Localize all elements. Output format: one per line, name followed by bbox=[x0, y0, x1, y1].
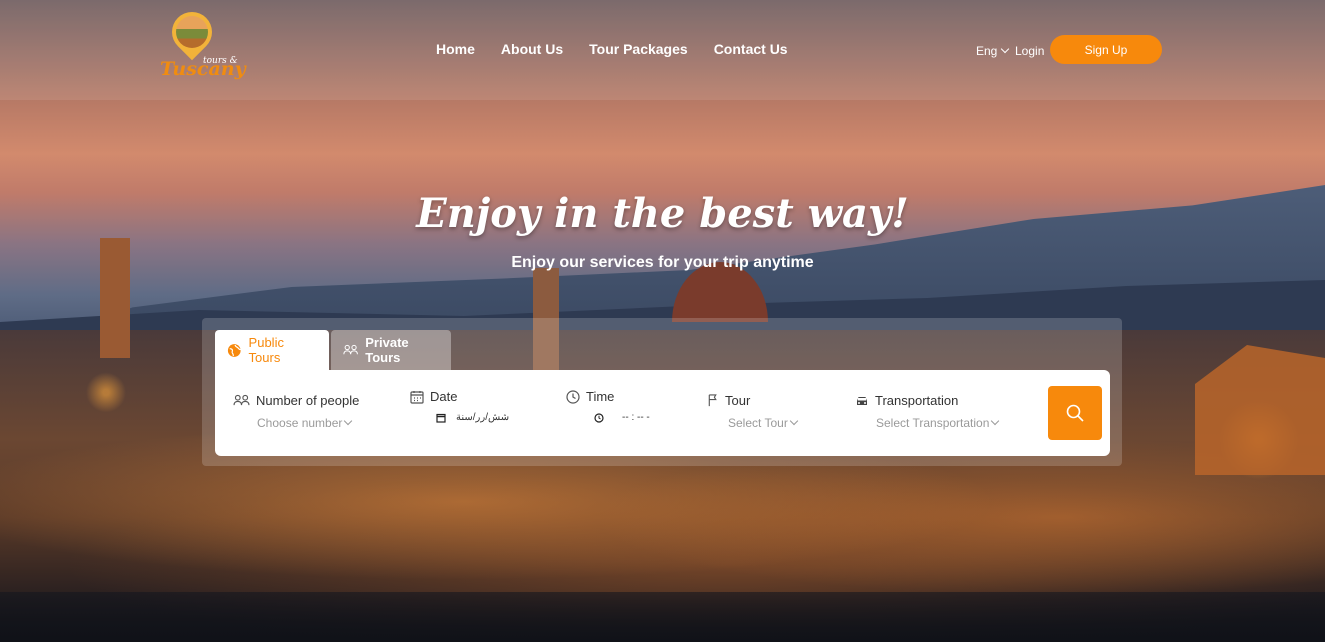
calendar-icon bbox=[410, 390, 424, 404]
transport-select[interactable]: Select Transportation bbox=[876, 416, 989, 430]
tab-label: Private Tours bbox=[365, 335, 409, 365]
hero-headline: Enjoy in the best way! bbox=[416, 190, 909, 237]
calendar-picker-icon[interactable] bbox=[436, 413, 446, 423]
people-label: Number of people bbox=[256, 393, 360, 408]
clock-icon bbox=[566, 389, 580, 404]
nav-home[interactable]: Home bbox=[436, 41, 475, 57]
users-icon bbox=[233, 394, 250, 406]
globe-icon bbox=[227, 343, 241, 357]
chevron-down-icon bbox=[1001, 44, 1010, 54]
search-icon bbox=[1066, 404, 1084, 422]
tab-label: Public Tours bbox=[248, 335, 284, 365]
nav-contact-us[interactable]: Contact Us bbox=[714, 41, 788, 57]
nav-tour-packages[interactable]: Tour Packages bbox=[589, 41, 688, 57]
people-field[interactable]: Number of people Choose number bbox=[233, 393, 359, 430]
language-selector[interactable]: Eng bbox=[976, 44, 1010, 58]
tour-label: Tour bbox=[725, 393, 751, 408]
date-input[interactable]: شش/رر/سنة bbox=[456, 412, 509, 423]
search-button[interactable] bbox=[1048, 386, 1102, 440]
signup-button[interactable]: Sign Up bbox=[1050, 35, 1162, 64]
people-select[interactable]: Choose number bbox=[257, 416, 342, 430]
transport-field[interactable]: Transportation Select Transportation bbox=[855, 393, 1000, 430]
date-label: Date bbox=[430, 389, 458, 404]
tour-select[interactable]: Select Tour bbox=[728, 416, 788, 430]
language-label: Eng bbox=[976, 44, 998, 58]
site-logo[interactable]: tours & Tuscany bbox=[160, 3, 246, 86]
time-input[interactable]: -- : -- - bbox=[622, 412, 650, 423]
nav-about-us[interactable]: About Us bbox=[501, 41, 563, 57]
date-field[interactable]: Date شش/رر/سنة bbox=[410, 389, 509, 423]
login-link[interactable]: Login bbox=[1015, 44, 1044, 58]
tab-public-tours[interactable]: Public Tours bbox=[215, 330, 329, 370]
chevron-down-icon bbox=[991, 416, 1000, 426]
logo-brand: Tuscany bbox=[160, 58, 246, 80]
chevron-down-icon bbox=[789, 416, 799, 426]
tour-field[interactable]: Tour Select Tour bbox=[707, 393, 799, 430]
chevron-down-icon bbox=[344, 416, 353, 426]
flag-icon bbox=[708, 394, 717, 407]
users-icon bbox=[343, 344, 358, 355]
car-icon bbox=[857, 396, 867, 405]
tab-private-tours[interactable]: Private Tours bbox=[331, 330, 451, 370]
time-label: Time bbox=[586, 389, 615, 404]
clock-picker-icon[interactable] bbox=[594, 412, 604, 423]
hero-subheadline: Enjoy our services for your trip anytime bbox=[511, 254, 814, 271]
transport-label: Transportation bbox=[875, 393, 959, 408]
main-nav: Home About Us Tour Packages Contact Us bbox=[436, 41, 788, 57]
time-field[interactable]: Time -- : -- - bbox=[566, 389, 650, 423]
